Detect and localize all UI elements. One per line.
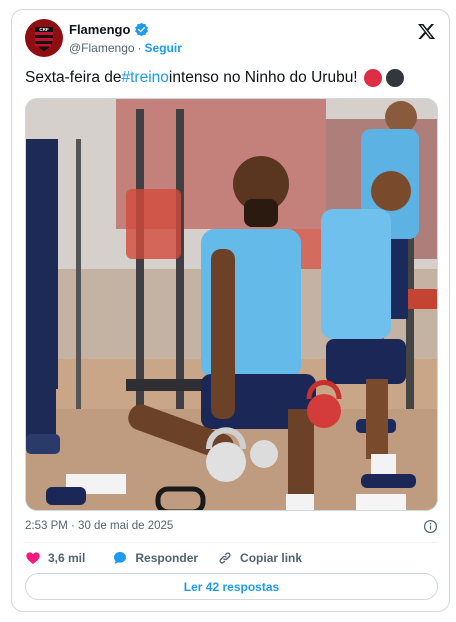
author-name[interactable]: Flamengo	[69, 22, 130, 37]
red-circle-emoji	[363, 69, 382, 87]
black-circle-emoji	[385, 69, 404, 87]
reply-bubble-icon	[114, 552, 127, 564]
tweet-timestamp[interactable]: 2:53 PM · 30 de mai de 2025	[25, 520, 173, 532]
copy-link-label: Copiar link	[240, 551, 303, 565]
link-icon	[219, 552, 231, 564]
x-logo-icon[interactable]	[417, 22, 436, 41]
hashtag-link[interactable]: #treino	[122, 68, 169, 88]
author-handle-row: @Flamengo · Seguir	[69, 41, 182, 55]
svg-text:CRF: CRF	[39, 27, 48, 32]
tweet-card: CRF Flamengo @Flamengo · Seguir Sexta-fe…	[11, 9, 450, 612]
reply-button[interactable]: Responder	[112, 550, 198, 566]
author-handle[interactable]: @Flamengo	[69, 41, 135, 55]
copy-link-button[interactable]: Copiar link	[217, 550, 302, 566]
tweet-actions: 3,6 mil Responder Copiar link	[25, 547, 302, 569]
handle-separator: ·	[137, 41, 142, 55]
tweet-text-after: intenso no Ninho do Urubu!	[168, 69, 358, 86]
tweet-meta: 2:53 PM · 30 de mai de 2025	[25, 516, 438, 536]
reply-label: Responder	[135, 551, 199, 565]
follow-link[interactable]: Seguir	[145, 41, 182, 55]
author-avatar[interactable]: CRF	[25, 19, 63, 57]
heart-icon	[26, 552, 40, 564]
divider	[25, 542, 438, 543]
tweet-text: Sexta-feira de #treino intenso no Ninho …	[25, 68, 404, 88]
tweet-photo[interactable]	[25, 98, 438, 511]
tweet-text-before: Sexta-feira de	[25, 69, 122, 86]
flamengo-crest-icon: CRF	[35, 27, 53, 51]
author-name-row: Flamengo	[69, 22, 149, 37]
training-photo-image	[26, 99, 437, 510]
verified-badge-icon	[135, 22, 149, 37]
like-button[interactable]: 3,6 mil	[25, 550, 85, 566]
info-icon[interactable]	[423, 519, 438, 534]
like-count: 3,6 mil	[48, 551, 86, 565]
read-replies-button[interactable]: Ler 42 respostas	[25, 573, 438, 600]
